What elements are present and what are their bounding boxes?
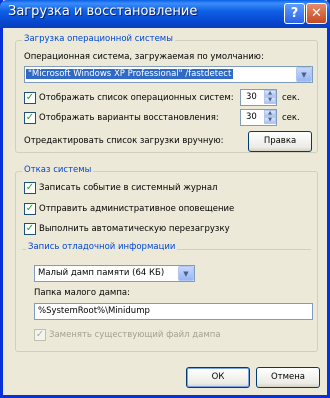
startup-group: Загрузка операционной системы Операционн… [15,34,318,153]
send-alert-label: Отправить административное оповещение [39,204,235,214]
send-alert-checkbox[interactable]: ✓ [24,203,36,215]
os-list-time-spinner[interactable]: 30 ▲ ▼ [240,89,277,106]
recovery-time-value: 30 [246,112,257,122]
dump-folder-input[interactable]: %SystemRoot%\Minidump [34,303,313,320]
os-list-time-value: 30 [246,92,257,102]
chevron-down-icon[interactable]: ▼ [296,67,312,82]
spin-down-icon[interactable]: ▼ [264,97,276,104]
recovery-time-unit: сек. [282,113,300,123]
system-failure-group: Отказ системы ✓ Записать событие в систе… [15,165,318,352]
dump-type-select[interactable]: Малый дамп памяти (64 КБ) ▼ [34,265,195,282]
show-os-list-label: Отображать список операционных систем: [39,93,234,103]
startup-recovery-dialog: Загрузка и восстановление ? ✕ Загрузка о… [0,0,330,398]
write-event-checkbox[interactable]: ✓ [24,182,36,194]
help-button[interactable]: ? [284,3,305,24]
auto-restart-checkbox[interactable]: ✓ [24,223,36,235]
recovery-time-spinner[interactable]: 30 ▲ ▼ [240,109,277,126]
spin-up-icon[interactable]: ▲ [264,110,276,117]
show-recovery-checkbox[interactable]: ✓ [24,112,36,124]
dump-folder-label: Папка малого дампа: [34,288,130,298]
default-os-value: "Microsoft Windows XP Professional" /fas… [26,69,234,79]
title-bar[interactable]: Загрузка и восстановление ? ✕ [0,0,330,28]
show-recovery-label: Отображать варианты восстановления: [39,113,219,123]
auto-restart-label: Выполнить автоматическую перезагрузку [39,224,230,234]
default-os-label: Операционная система, загружаемая по умо… [24,52,264,62]
spin-down-icon[interactable]: ▼ [264,117,276,124]
default-os-select[interactable]: "Microsoft Windows XP Professional" /fas… [24,66,313,83]
system-failure-legend: Отказ системы [22,165,94,175]
edit-button[interactable]: Правка [248,131,312,152]
spin-up-icon[interactable]: ▲ [264,90,276,97]
close-button[interactable]: ✕ [306,3,327,24]
edit-manual-label: Отредактировать список загрузки вручную: [24,136,224,146]
ok-button[interactable]: ОК [186,367,250,388]
dump-type-value: Малый дамп памяти (64 КБ) [38,268,165,278]
cancel-button[interactable]: Отмена [256,367,320,388]
overwrite-dump-checkbox[interactable]: ✓ [34,329,46,341]
write-event-label: Записать событие в системный журнал [39,183,218,193]
window-title: Загрузка и восстановление [8,4,198,19]
chevron-down-icon[interactable]: ▼ [178,266,194,281]
startup-group-legend: Загрузка операционной системы [22,34,175,44]
overwrite-dump-label: Заменять существующий файл дампа [49,330,221,340]
dump-folder-value: %SystemRoot%\Minidump [38,306,150,316]
debug-info-legend: Запись отладочной информации [26,242,178,252]
os-list-time-unit: сек. [282,93,300,103]
show-os-list-checkbox[interactable]: ✓ [24,92,36,104]
